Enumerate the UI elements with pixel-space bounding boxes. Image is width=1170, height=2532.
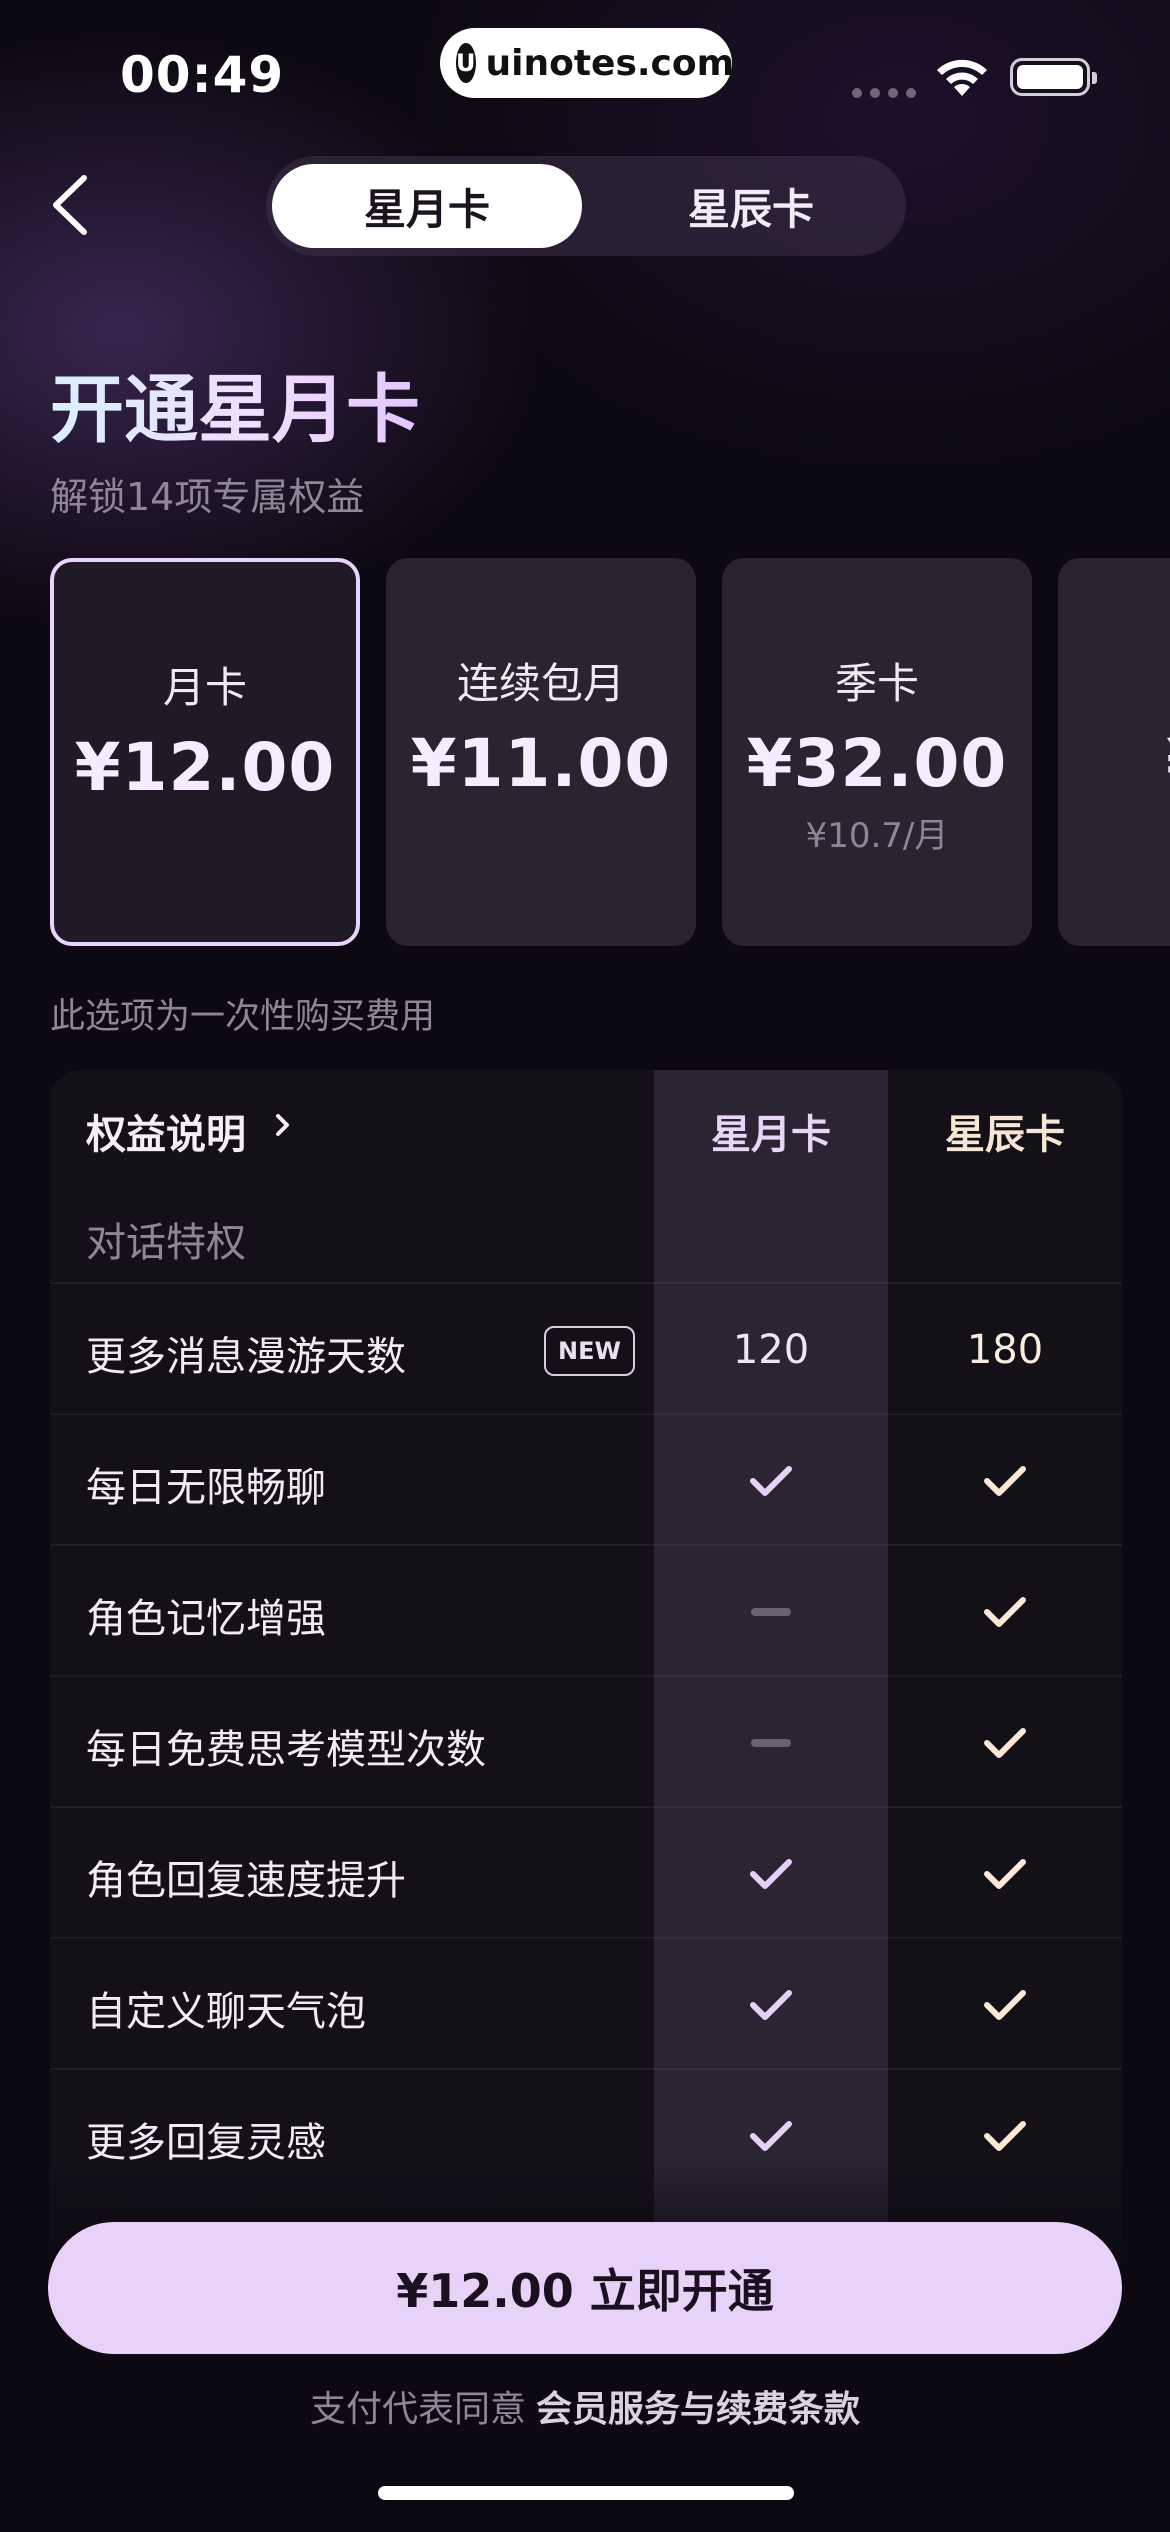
wifi-icon <box>937 59 987 96</box>
cell-xingyue <box>654 1677 888 1808</box>
check-icon <box>984 2120 1026 2151</box>
table-row: 每日无限畅聊 <box>50 1413 1122 1544</box>
cell-xingchen <box>888 1415 1122 1546</box>
chevron-right-icon[interactable] <box>272 1110 294 1140</box>
check-icon <box>984 1989 1026 2020</box>
tab-xingchen-card[interactable]: 星辰卡 <box>596 164 906 248</box>
table-row: 更多消息漫游天数 NEW 120 180 <box>50 1282 1122 1413</box>
plan-price: ¥3 <box>1166 725 1170 802</box>
check-icon <box>984 1858 1026 1889</box>
cell-xingchen <box>888 1677 1122 1808</box>
cell-xingchen <box>888 1546 1122 1677</box>
table-row: 角色回复速度提升 <box>50 1806 1122 1937</box>
plan-per-month: ¥10.7/月 <box>805 816 949 856</box>
column-header-xingchen: 星辰卡 <box>945 1112 1065 1158</box>
card-type-tabs: 星月卡 星辰卡 <box>266 156 906 256</box>
plan-price: ¥32.00 <box>746 725 1008 802</box>
cell-xingchen <box>888 1939 1122 2070</box>
check-icon <box>984 1727 1026 1758</box>
status-time: 00:49 <box>120 46 285 104</box>
dash-icon <box>751 1738 791 1747</box>
check-icon <box>984 1465 1026 1496</box>
benefit-label: 每日免费思考模型次数 <box>86 1727 486 1773</box>
benefit-label: 每日无限畅聊 <box>86 1465 326 1511</box>
subscribe-button[interactable]: ¥12.00 立即开通 <box>48 2222 1122 2354</box>
home-indicator <box>378 2486 794 2500</box>
plan-name: 季卡 <box>834 659 919 708</box>
plan-name: 月卡 <box>162 663 247 712</box>
cell-xingyue <box>654 1415 888 1546</box>
membership-screen: 00:49 U uinotes.com 星月卡 星辰卡 开通星月卡 解锁14项专… <box>0 0 1170 2532</box>
benefits-table: 权益说明 星月卡 星辰卡 对话特权 更多消息漫游天数 NEW 120 180 每日无限畅… <box>50 1070 1122 2280</box>
back-icon[interactable] <box>46 170 96 240</box>
check-icon <box>750 2120 792 2151</box>
watermark: U uinotes.com <box>440 28 735 98</box>
plan-card-monthly[interactable]: 月卡 ¥12.00 <box>50 558 360 946</box>
signal-icon <box>852 88 916 98</box>
check-icon <box>750 1465 792 1496</box>
benefits-info-link[interactable]: 权益说明 <box>86 1102 246 1160</box>
cell-xingchen <box>888 1808 1122 1939</box>
agreement-prefix: 支付代表同意 <box>309 2389 526 2430</box>
benefit-label: 角色记忆增强 <box>86 1596 326 1642</box>
cell-value: 180 <box>966 1326 1044 1373</box>
cell-xingchen: 180 <box>888 1284 1122 1415</box>
plan-name: 连续包月 <box>456 659 625 708</box>
cell-xingyue: 120 <box>654 1284 888 1415</box>
table-row: 角色记忆增强 <box>50 1544 1122 1675</box>
cell-xingyue <box>654 1808 888 1939</box>
benefit-label: 自定义聊天气泡 <box>86 1989 366 2035</box>
page-subtitle: 解锁14项专属权益 <box>50 475 365 519</box>
dash-icon <box>751 1607 791 1616</box>
plan-list[interactable]: 月卡 ¥12.00 连续包月 ¥11.00 季卡 ¥32.00 ¥10.7/月 … <box>50 558 1170 946</box>
check-icon <box>984 1596 1026 1627</box>
column-header-xingyue: 星月卡 <box>711 1112 831 1158</box>
plan-card-auto-renew-monthly[interactable]: 连续包月 ¥11.00 <box>386 558 696 946</box>
battery-icon <box>1010 58 1097 96</box>
section-label: 对话特权 <box>86 1220 246 1266</box>
agreement-text: 支付代表同意 会员服务与续费条款 <box>0 2380 1170 2432</box>
check-icon <box>750 1858 792 1889</box>
benefit-label: 更多消息漫游天数 <box>86 1334 406 1380</box>
benefit-label: 角色回复速度提升 <box>86 1858 406 1904</box>
cell-xingyue <box>654 1546 888 1677</box>
cell-xingyue <box>654 1939 888 2070</box>
watermark-logo-icon: U <box>456 43 476 83</box>
table-row: 自定义聊天气泡 <box>50 1937 1122 2068</box>
check-icon <box>750 1989 792 2020</box>
tab-xingyue-card[interactable]: 星月卡 <box>272 164 582 248</box>
watermark-text: uinotes.com <box>485 42 735 84</box>
table-row: 每日免费思考模型次数 <box>50 1675 1122 1806</box>
terms-link[interactable]: 会员服务与续费条款 <box>536 2389 860 2430</box>
cell-value: 120 <box>732 1326 810 1373</box>
plan-card-auto-renew-partial[interactable]: 连续 ¥3 ¥1 <box>1058 558 1170 946</box>
new-badge: NEW <box>544 1326 635 1376</box>
plan-price: ¥11.00 <box>410 725 672 802</box>
plan-price: ¥12.00 <box>74 729 336 806</box>
page-title: 开通星月卡 <box>50 350 420 457</box>
plans-note: 此选项为一次性购买费用 <box>50 997 436 1037</box>
plan-card-quarterly[interactable]: 季卡 ¥32.00 ¥10.7/月 <box>722 558 1032 946</box>
